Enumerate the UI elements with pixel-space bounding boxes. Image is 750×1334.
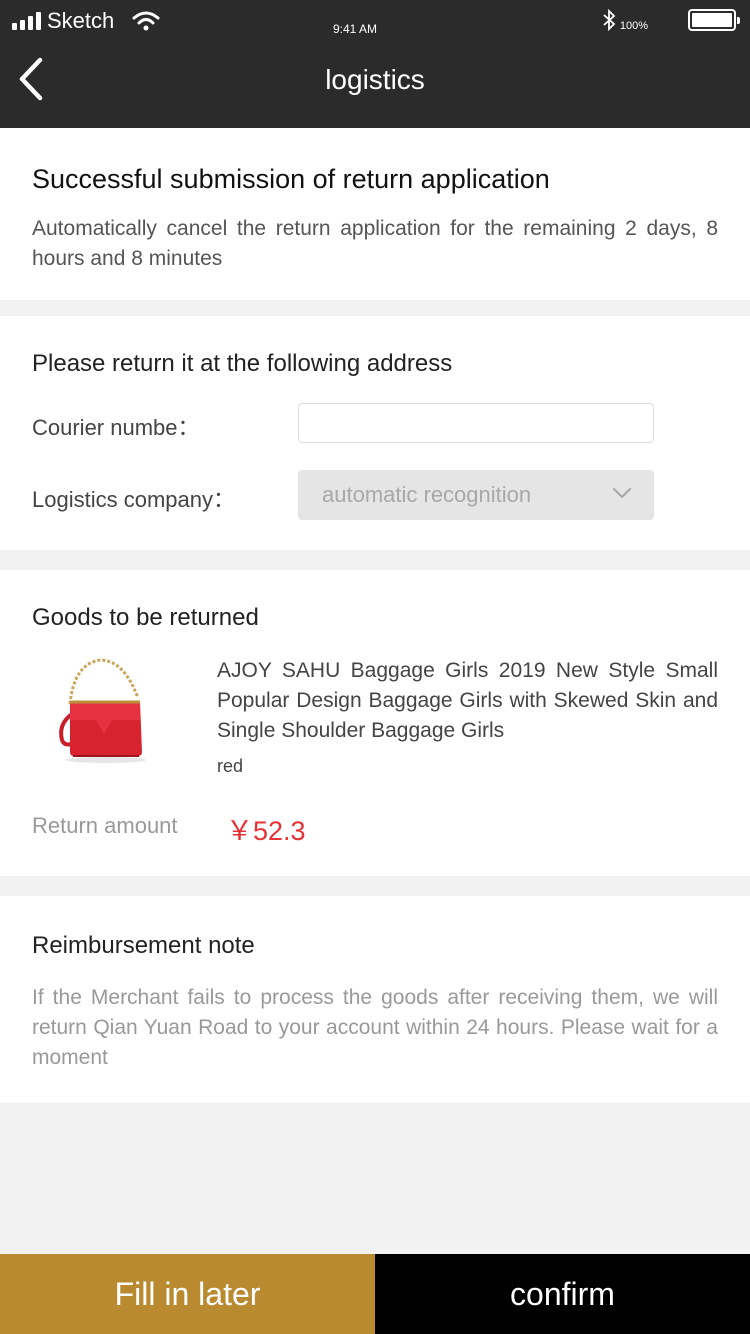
product-name[interactable]: AJOY SAHU Baggage Girls 2019 New Style S… — [217, 656, 718, 746]
product-color: red — [217, 756, 244, 776]
bluetooth-icon — [603, 9, 616, 31]
status-right: 100% — [602, 8, 740, 32]
product-image[interactable] — [40, 654, 160, 766]
submission-status-section: Successful submission of return applicat… — [0, 128, 750, 300]
nav-bar: logistics — [0, 42, 750, 128]
return-address-section: Please return it at the following addres… — [0, 316, 750, 550]
courier-number-input[interactable] — [298, 403, 654, 443]
countdown-text: Automatically cancel the return applicat… — [32, 217, 718, 270]
return-address-title: Please return it at the following addres… — [32, 350, 453, 377]
goods-title: Goods to be returned — [32, 604, 259, 631]
confirm-button[interactable]: confirm — [375, 1254, 750, 1334]
status-bar: Sketch 9:41 AM 100% — [0, 0, 750, 42]
submission-title: Successful submission of return applicat… — [32, 164, 550, 194]
fill-in-later-button[interactable]: Fill in later — [0, 1254, 375, 1334]
battery-icon — [688, 9, 740, 31]
reimbursement-section: Reimbursement note If the Merchant fails… — [0, 896, 750, 1103]
logistics-company-value: automatic recognition — [322, 482, 532, 507]
goods-section: Goods to be returned AJOY SAHU Baggage G… — [0, 570, 750, 876]
logistics-company-label: Logistics company： — [32, 487, 235, 512]
return-amount-value: ￥52.3 — [226, 816, 306, 846]
logistics-company-select[interactable]: automatic recognition — [298, 470, 654, 520]
courier-number-label: Courier numbe： — [32, 415, 200, 440]
chevron-down-icon — [613, 488, 631, 498]
reimbursement-title: Reimbursement note — [32, 932, 255, 959]
page-title: logistics — [325, 64, 425, 95]
battery-percent: 100% — [619, 20, 648, 32]
return-amount-label: Return amount — [32, 813, 178, 838]
header: Sketch 9:41 AM 100% logistics — [0, 0, 750, 128]
reimbursement-text: If the Merchant fails to process the goo… — [32, 986, 718, 1069]
